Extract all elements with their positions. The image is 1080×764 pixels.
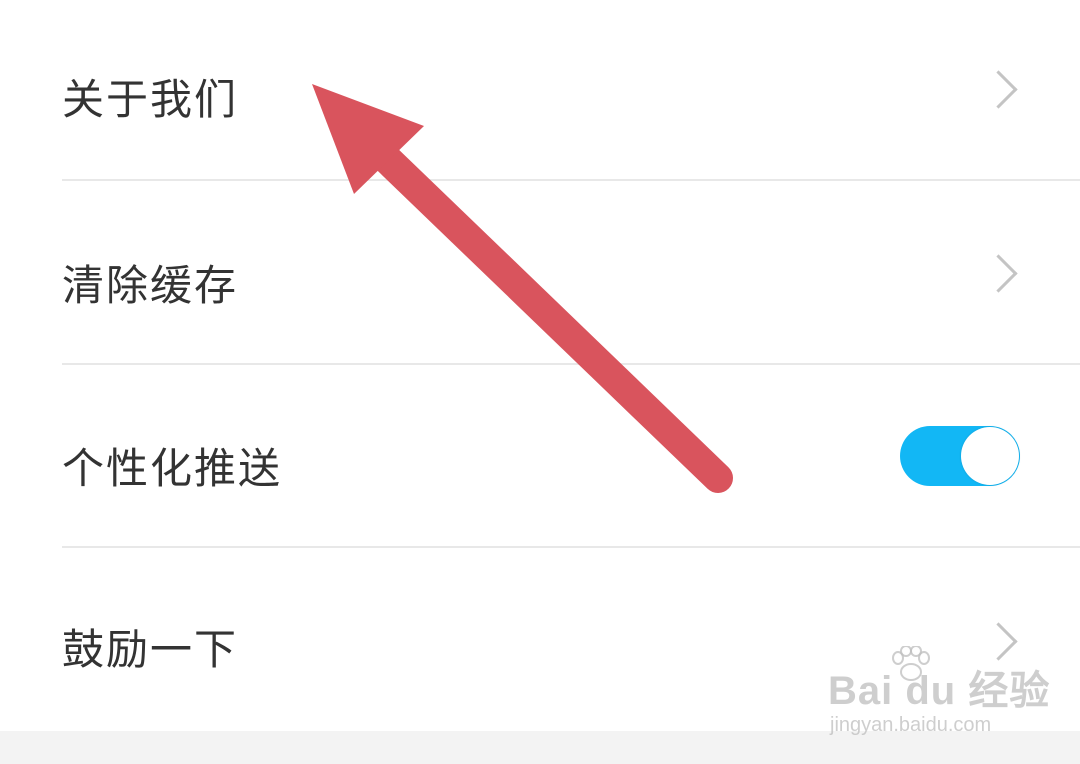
watermark-url: jingyan.baidu.com bbox=[830, 714, 992, 736]
chevron-right-icon bbox=[979, 254, 1018, 293]
settings-item-personalized-push: 个性化推送 bbox=[0, 365, 1080, 548]
settings-item-label: 清除缓存 bbox=[62, 261, 239, 310]
baidu-jingyan-watermark: Bai du 经验 jingyan.baidu.com bbox=[828, 646, 1049, 745]
settings-item-about-us[interactable]: 关于我们 bbox=[0, 0, 1080, 180]
watermark-brand: Bai du 经验 bbox=[828, 669, 1051, 713]
settings-item-label: 个性化推送 bbox=[62, 444, 283, 493]
settings-list: 关于我们 清除缓存 个性化推送 鼓励一下 bbox=[0, 0, 1080, 674]
toggle-knob bbox=[961, 427, 1019, 485]
settings-page: 关于我们 清除缓存 个性化推送 鼓励一下 Bai du 经验 jingyan.b… bbox=[0, 0, 1080, 764]
chevron-right-icon bbox=[979, 70, 1018, 109]
settings-item-clear-cache[interactable]: 清除缓存 bbox=[0, 181, 1080, 364]
personalized-push-toggle[interactable] bbox=[900, 426, 1020, 486]
settings-item-label: 关于我们 bbox=[62, 75, 239, 124]
settings-item-label: 鼓励一下 bbox=[62, 625, 239, 674]
